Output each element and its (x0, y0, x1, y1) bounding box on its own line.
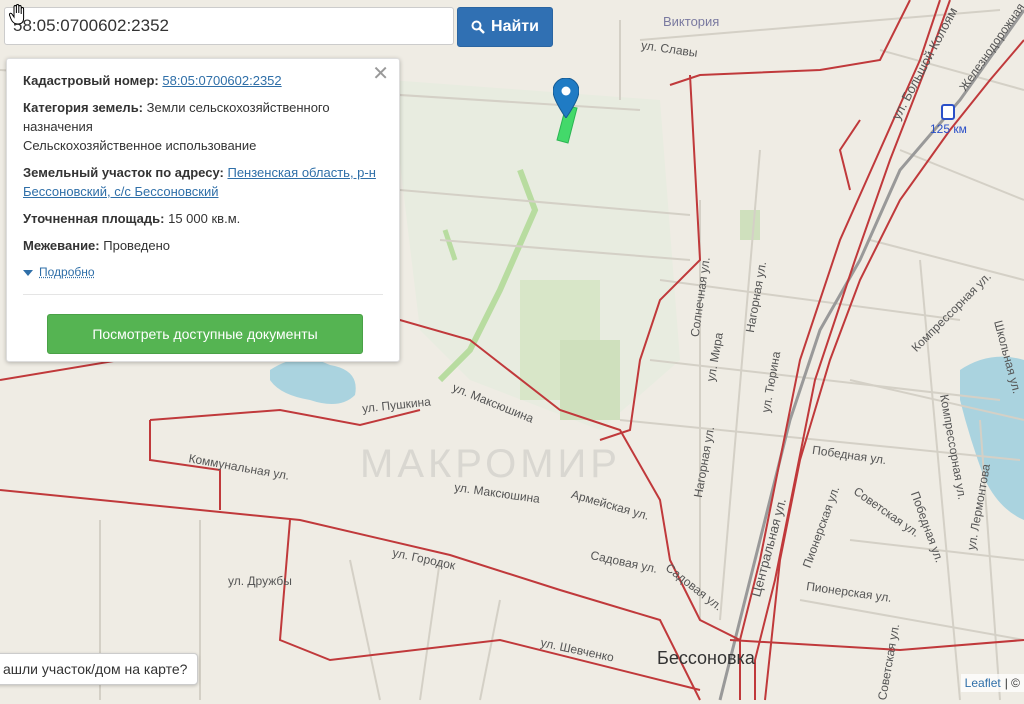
more-details-toggle[interactable]: Подробно (23, 263, 383, 282)
area-value: 15 000 кв.м. (168, 211, 241, 226)
more-details-label: Подробно (39, 265, 95, 279)
address-label: Земельный участок по адресу: (23, 165, 224, 180)
found-parcel-prompt-label: ашли участок/дом на карте? (3, 661, 188, 677)
category-row: Категория земель: Земли сельскохозяйстве… (23, 98, 383, 155)
survey-row: Межевание: Проведено (23, 236, 383, 255)
map-watermark: МАКРОМИР (360, 442, 621, 486)
cadastral-label: Кадастровый номер: (23, 73, 159, 88)
search-input-value: 58:05:0700602:2352 (13, 16, 169, 35)
map-town-label: Бессоновка (657, 648, 755, 668)
panel-divider (23, 294, 383, 295)
leaflet-link[interactable]: Leaflet (965, 676, 1001, 690)
hand-cursor-icon (8, 3, 28, 26)
parcel-info-panel: ✕ Кадастровый номер: 58:05:0700602:2352 … (6, 58, 400, 362)
search-icon (471, 20, 485, 34)
search-input[interactable]: 58:05:0700602:2352 (4, 7, 454, 45)
area-label: Уточненная площадь: (23, 211, 165, 226)
map-label-victoria: Виктория (663, 14, 720, 29)
area-row: Уточненная площадь: 15 000 кв.м. (23, 209, 383, 228)
map-marker-icon[interactable] (552, 77, 580, 119)
search-button-label: Найти (491, 18, 539, 35)
view-documents-button[interactable]: Посмотреть доступные документы (47, 314, 363, 354)
map-label-km: 125 км (930, 122, 967, 136)
category-label: Категория земель: (23, 100, 144, 115)
caret-down-icon (23, 269, 33, 276)
close-icon[interactable]: ✕ (372, 64, 389, 84)
usage-value: Сельскохозяйственное использование (23, 138, 257, 153)
found-parcel-prompt[interactable]: ашли участок/дом на карте? (0, 653, 199, 685)
map-attribution: Leaflet | © (960, 674, 1024, 692)
address-row: Земельный участок по адресу: Пензенская … (23, 163, 383, 201)
survey-value: Проведено (103, 238, 170, 253)
survey-label: Межевание: (23, 238, 100, 253)
search-button[interactable]: Найти (457, 7, 553, 47)
attribution-sep: | © (1004, 676, 1020, 690)
cadastral-link[interactable]: 58:05:0700602:2352 (162, 73, 281, 88)
cadastral-row: Кадастровый номер: 58:05:0700602:2352 (23, 71, 383, 90)
map-label-druzhby: ул. Дружбы (228, 574, 292, 588)
railway-station-icon[interactable] (941, 104, 955, 120)
